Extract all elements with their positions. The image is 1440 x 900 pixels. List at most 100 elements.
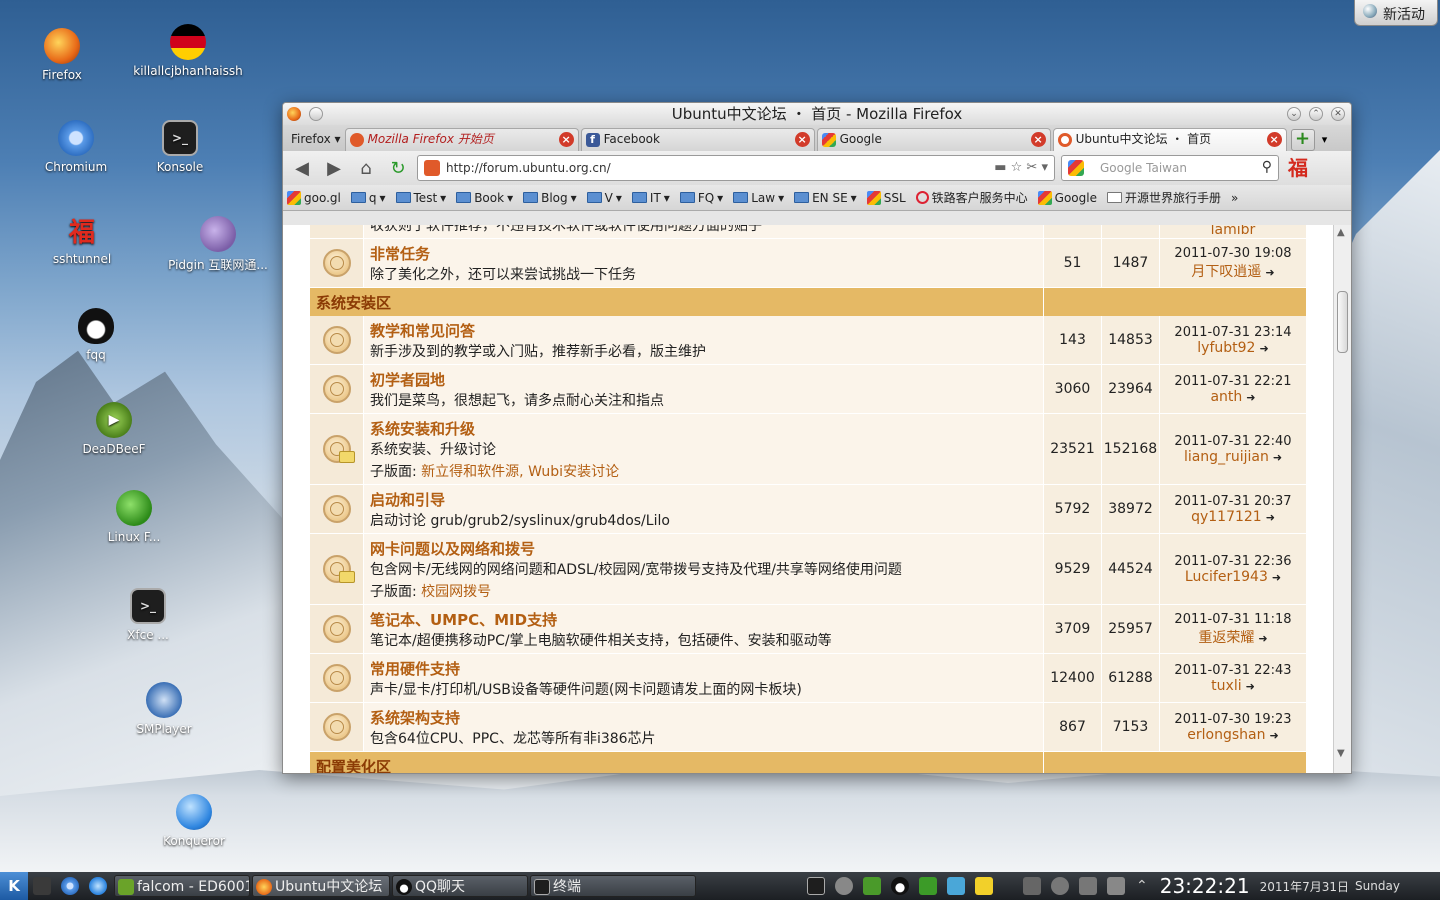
- table-row[interactable]: 笔记本、UMPC、MID支持 笔记本/超便携移动PC/掌上电脑软硬件相关支持，包…: [310, 605, 1306, 654]
- close-window-icon[interactable]: ✕: [1331, 107, 1345, 121]
- desktop-icon-killall[interactable]: killallcjbhanhaissh: [128, 24, 248, 78]
- goto-last-post-icon[interactable]: ➜: [1259, 342, 1268, 355]
- qq-tray-icon[interactable]: [891, 877, 909, 895]
- goto-last-post-icon[interactable]: ➜: [1273, 451, 1282, 464]
- table-row[interactable]: 常用硬件支持 声卡/显卡/打印机/USB设备等硬件问题(网卡问题请发上面的网卡板…: [310, 654, 1306, 703]
- bookmark-ssl[interactable]: SSL: [866, 190, 906, 205]
- forum-title[interactable]: 笔记本、UMPC、MID支持: [370, 609, 1037, 630]
- forum-title[interactable]: 系统架构支持: [370, 707, 1037, 728]
- table-row[interactable]: 教学和常见问答 新手涉及到的教学或入门贴，推荐新手必看，版主维护 143 148…: [310, 316, 1306, 365]
- desktop-icon-xfce-terminal[interactable]: >_ Xfce ...: [88, 588, 208, 642]
- volume-icon[interactable]: [1107, 877, 1125, 895]
- desktop-icon-linux-feiq[interactable]: Linux F...: [74, 490, 194, 544]
- desktop-icon-fqq[interactable]: fqq: [36, 308, 156, 362]
- table-row[interactable]: 非常任务 除了美化之外，还可以来尝试挑战一下任务 51 1487 2011-07…: [310, 239, 1306, 288]
- tab-google[interactable]: Google ×: [816, 128, 1051, 151]
- bookmark-folder-book[interactable]: Book ▾: [456, 191, 513, 205]
- bookmark-folder-fq[interactable]: FQ ▾: [679, 191, 723, 205]
- task-terminal[interactable]: 终端: [530, 875, 696, 897]
- chromium-icon[interactable]: [61, 877, 79, 895]
- forum-title[interactable]: 非常任务: [370, 243, 1037, 264]
- scroll-down-icon[interactable]: ▼: [1337, 748, 1345, 759]
- clock-time[interactable]: 23:22:21: [1160, 874, 1250, 898]
- scroll-thumb[interactable]: [1337, 291, 1348, 353]
- bookmark-folder-v[interactable]: V ▾: [586, 191, 622, 205]
- bookmark-folder-en-se[interactable]: EN SE ▾: [794, 191, 857, 205]
- goto-last-post-icon[interactable]: ➜: [1272, 571, 1281, 584]
- close-tab-icon[interactable]: ×: [1266, 132, 1282, 147]
- pin-icon[interactable]: [309, 107, 323, 121]
- reload-button[interactable]: ↻: [385, 156, 411, 180]
- table-row[interactable]: 初学者园地 我们是菜鸟，很想起飞，请多点耐心关注和指点 3060 23964 2…: [310, 365, 1306, 414]
- desktop-icon-konsole[interactable]: >_ Konsole: [120, 120, 240, 174]
- subforum-link[interactable]: 新立得和软件源, Wubi安装讨论: [421, 464, 619, 480]
- vertical-scrollbar[interactable]: ▲ ▼: [1333, 225, 1351, 773]
- goto-last-post-icon[interactable]: ➜: [1258, 632, 1267, 645]
- bookmark-star-icon[interactable]: ▬ ☆ ✂ ▾: [994, 160, 1048, 175]
- desktop-icon-smplayer[interactable]: SMPlayer: [104, 682, 224, 736]
- pager-icon[interactable]: [33, 877, 51, 895]
- desktop-icon-chromium[interactable]: Chromium: [16, 120, 136, 174]
- maximize-icon[interactable]: ⌃: [1309, 107, 1323, 121]
- search-bar[interactable]: Google Taiwan ⚲: [1061, 155, 1279, 181]
- url-bar[interactable]: http://forum.ubuntu.org.cn/ ▬ ☆ ✂ ▾: [417, 155, 1055, 181]
- subforum-link[interactable]: 校园网拨号: [421, 584, 491, 600]
- forward-button[interactable]: ▶: [321, 156, 347, 180]
- desktop-icon-konqueror[interactable]: Konqueror: [134, 794, 254, 848]
- forum-title[interactable]: 网卡问题以及网络和拨号: [370, 538, 1037, 559]
- bookmark-railway[interactable]: 铁路客户服务中心: [915, 189, 1028, 206]
- list-all-tabs-button[interactable]: ▾: [1315, 129, 1335, 151]
- keyboard-icon[interactable]: [1023, 877, 1041, 895]
- close-tab-icon[interactable]: ×: [1030, 132, 1046, 147]
- task-falcom[interactable]: falcom - ED6001: [114, 875, 250, 897]
- goto-last-post-icon[interactable]: ➜: [1246, 391, 1255, 404]
- task-firefox[interactable]: Ubuntu中文论坛: [252, 875, 390, 897]
- terminal-tray-icon[interactable]: [807, 877, 825, 895]
- scroll-up-icon[interactable]: ▲: [1337, 227, 1345, 238]
- bookmark-googl[interactable]: goo.gl: [287, 190, 341, 205]
- bookmarks-overflow-button[interactable]: »: [1231, 191, 1238, 205]
- goto-last-post-icon[interactable]: ➜: [1269, 729, 1278, 742]
- new-tab-button[interactable]: +: [1290, 129, 1315, 151]
- minimize-icon[interactable]: ⌄: [1287, 107, 1301, 121]
- fu-extension-icon[interactable]: 福: [1285, 155, 1311, 181]
- forum-title[interactable]: 系统安装和升级: [370, 418, 1037, 439]
- bookmark-folder-blog[interactable]: Blog ▾: [523, 191, 577, 205]
- forum-title[interactable]: 初学者园地: [370, 369, 1037, 390]
- table-row[interactable]: 收获则于软件推荐，不违背技术软件或软件使用问题方面的贴子 lamibr: [310, 225, 1306, 239]
- window-menu-icon[interactable]: [287, 107, 301, 121]
- info-icon[interactable]: [835, 877, 853, 895]
- close-tab-icon[interactable]: ×: [794, 132, 810, 147]
- back-button[interactable]: ◀: [289, 156, 315, 180]
- tray-expand-icon[interactable]: ⌃: [1136, 878, 1148, 894]
- forum-title[interactable]: 教学和常见问答: [370, 320, 1037, 341]
- tab-ubuntu-forum[interactable]: Ubuntu中文论坛 ・ 首页 ×: [1052, 128, 1287, 151]
- goto-last-post-icon[interactable]: ➜: [1265, 266, 1274, 279]
- desktop-icon-pidgin[interactable]: Pidgin 互联网通...: [158, 216, 278, 273]
- activity-button[interactable]: 新活动: [1354, 0, 1438, 26]
- feiq-tray-icon[interactable]: [919, 877, 937, 895]
- media-player-icon[interactable]: [863, 877, 881, 895]
- network-icon[interactable]: [947, 877, 965, 895]
- goto-last-post-icon[interactable]: ➜: [1266, 511, 1275, 524]
- bookmark-folder-test[interactable]: Test ▾: [395, 191, 446, 205]
- close-tab-icon[interactable]: ×: [558, 132, 574, 147]
- search-engine-icon[interactable]: [1068, 160, 1084, 176]
- table-row[interactable]: 系统安装和升级 系统安装、升级讨论 子版面: 新立得和软件源, Wubi安装讨论…: [310, 414, 1306, 485]
- bookmark-folder-law[interactable]: Law ▾: [733, 191, 784, 205]
- search-go-icon[interactable]: ⚲: [1262, 159, 1272, 175]
- forum-title[interactable]: 常用硬件支持: [370, 658, 1037, 679]
- bookmark-folder-it[interactable]: IT ▾: [631, 191, 670, 205]
- firefox-menu-button[interactable]: Firefox ▾: [287, 127, 345, 151]
- table-row[interactable]: 网卡问题以及网络和拨号 包含网卡/无线网的网络问题和ADSL/校园网/宽带拨号支…: [310, 534, 1306, 605]
- goto-last-post-icon[interactable]: ➜: [1246, 680, 1255, 693]
- table-row[interactable]: 启动和引导 启动讨论 grub/grub2/syslinux/grub4dos/…: [310, 485, 1306, 534]
- bookmark-opensource-handbook[interactable]: 开源世界旅行手册: [1106, 189, 1221, 206]
- bookmark-google[interactable]: Google: [1037, 190, 1097, 205]
- klipper-icon[interactable]: [1079, 877, 1097, 895]
- desktop-icon-firefox[interactable]: Firefox: [2, 28, 122, 82]
- forum-title[interactable]: 启动和引导: [370, 489, 1037, 510]
- task-qq[interactable]: QQ聊天: [392, 875, 528, 897]
- title-bar[interactable]: Ubuntu中文论坛 ・ 首页 - Mozilla Firefox ⌄ ⌃ ✕: [283, 103, 1351, 125]
- tab-firefox-start[interactable]: Mozilla Firefox 开始页 ×: [344, 128, 579, 151]
